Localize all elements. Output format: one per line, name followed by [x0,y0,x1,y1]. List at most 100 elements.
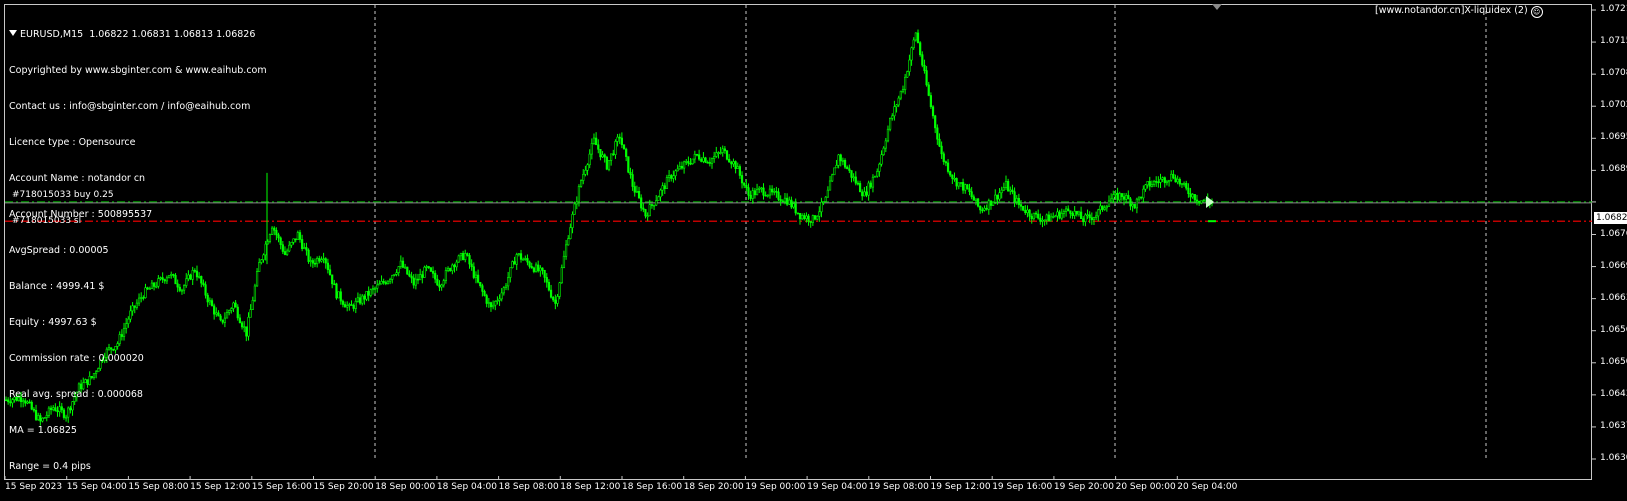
candle-body [674,170,677,177]
time-tick-label: 18 Sep 12:00 [560,482,621,492]
candle-body [451,264,454,272]
candle-body [524,258,527,260]
candle-body [1114,192,1117,195]
candle-body [1002,187,1005,191]
candle-body [487,302,490,304]
candle-body [571,214,574,228]
candle-body [607,160,611,170]
candle-body [979,205,982,211]
candle-body [489,302,493,308]
candle-body [459,253,463,257]
candle-body [927,84,930,96]
candle-body [1133,204,1136,209]
candle-body [715,152,718,157]
candle-body [809,221,812,223]
candle-body [562,255,566,268]
candle-body [719,152,722,154]
candle-body [659,189,662,198]
candle-body [627,156,630,173]
candle-body [277,234,280,239]
candle-body [951,174,954,179]
time-tick-label: 19 Sep 16:00 [992,482,1053,492]
candle-body [949,171,952,176]
candle-body [813,215,817,220]
price-tick-label: 1.07020 [1600,100,1627,111]
price-tick-label: 1.06500 [1600,356,1627,367]
candle-body [423,266,426,278]
candle-body [346,305,349,308]
candle-body [1176,178,1179,183]
info-line: Commission rate : 0.000020 [9,353,144,364]
candle-body [788,199,791,205]
candle-body [1202,200,1205,202]
smiley-icon[interactable]: ☺ [1530,6,1543,18]
buy-order-label[interactable]: #718015033 buy 0.25 [12,190,114,200]
candle-body [481,285,484,292]
candle-body [676,168,679,172]
candle-body [852,176,855,179]
candle-body [916,32,920,43]
candle-body [1039,217,1042,222]
candle-body [318,258,321,262]
candle-body [740,175,744,184]
candle-body [313,262,317,265]
candle-body [867,182,870,196]
candle-body [1172,173,1175,179]
candle-body [622,144,626,150]
candle-body [899,90,902,99]
candle-body [1088,214,1091,218]
candle-body [442,280,445,286]
candle-body [850,170,853,178]
candle-body [766,194,769,197]
candle-body [700,158,703,162]
candle-body [629,171,632,175]
candle-body [1043,219,1046,222]
candle-body [288,244,291,252]
candle-body [326,262,329,271]
price-tick-label: 1.07150 [1600,36,1627,47]
candle-body [519,253,523,260]
candle-body [567,238,570,246]
candle-body [4,399,8,402]
dropdown-arrow-icon[interactable] [9,30,17,36]
candle-body [633,186,636,193]
time-tick-label: 19 Sep 20:00 [1053,482,1114,492]
candle-body [1125,195,1128,200]
chart-shift-marker[interactable] [1212,4,1222,10]
candle-body [904,76,907,90]
time-tick-label: 19 Sep 00:00 [745,482,806,492]
candle-body [764,194,767,197]
stop-loss-label[interactable]: #718015033 sl [12,216,81,226]
candle-body [522,258,525,261]
symbol-header[interactable]: EURUSD,M15 1.06822 1.06831 1.06813 1.068… [9,29,267,41]
candle-body [1034,212,1038,215]
candle-body [1054,215,1057,218]
candle-body [586,164,589,171]
candle-body [1137,196,1141,200]
candle-body [504,285,508,288]
candle-body [1110,198,1113,202]
candle-body [597,144,600,150]
candle-body [616,136,619,142]
candle-body [324,258,327,264]
candle-body [371,288,375,291]
time-tick-label: 19 Sep 12:00 [930,482,991,492]
candle-body [901,89,905,92]
candle-body [335,283,338,299]
candle-body [457,255,460,263]
candle-body [410,275,413,279]
candle-body [931,106,935,117]
candle-body [373,287,377,290]
candle-body [328,269,332,276]
candle-body [539,267,542,272]
candle-body [1198,200,1201,204]
candle-body [1174,177,1177,183]
candle-body [882,147,885,155]
expert-advisor-label[interactable]: [www.notandor.cn]X-liquidex (2) ☺ [1375,5,1543,18]
candle-body [429,267,432,272]
candle-body [884,140,887,149]
candle-body [464,253,467,261]
candle-body [496,300,499,302]
chart-window[interactable]: EURUSD,M15 1.06822 1.06831 1.06813 1.068… [0,0,1627,501]
candle-body [376,284,379,289]
